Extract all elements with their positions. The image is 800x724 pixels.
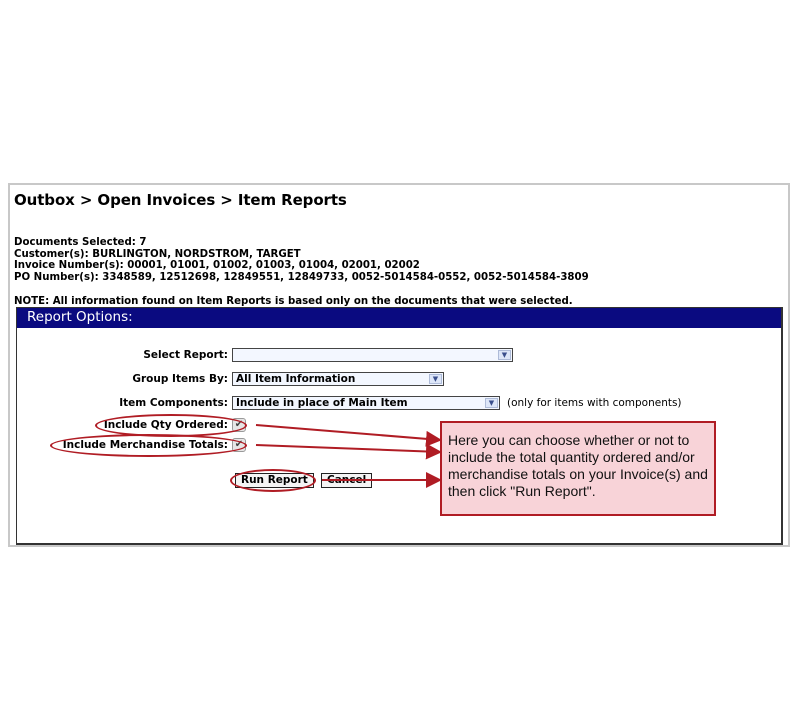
arrow-merch xyxy=(255,443,442,460)
arrow-qty xyxy=(255,424,442,447)
annotation-arrows xyxy=(255,424,442,488)
callout-box: Here you can choose whether or not to in… xyxy=(440,421,716,516)
